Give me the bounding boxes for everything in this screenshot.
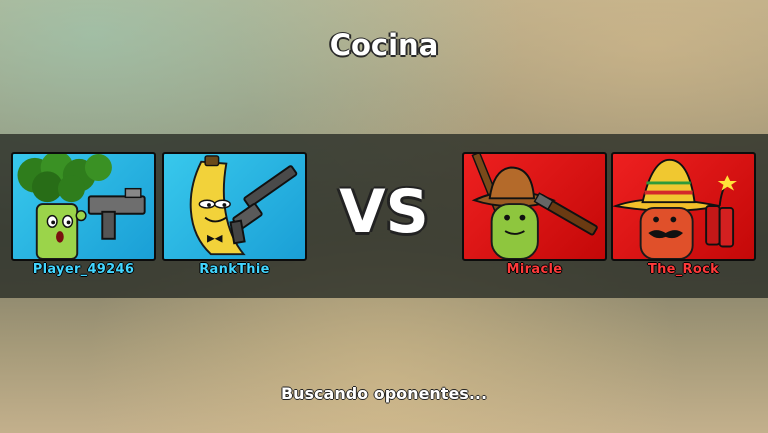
broccoli-with-uzi-icon — [17, 154, 146, 259]
searching-status: Buscando oponentes... — [280, 384, 488, 403]
player-name-right-2: The_Rock — [647, 262, 720, 277]
player-card-left-2 — [162, 152, 307, 261]
player-card-right-1 — [462, 152, 607, 261]
versus-label: VS — [339, 177, 429, 247]
player-card-left-1 — [11, 152, 156, 261]
player-name-right-1: Miracle — [506, 262, 563, 277]
pickle-cowboy-with-rifle-icon — [471, 154, 598, 259]
player-name-left-1: Player_49246 — [32, 262, 135, 277]
banana-with-silenced-pistol-icon — [189, 155, 298, 256]
map-title: Cocina — [329, 28, 439, 62]
player-card-right-2 — [611, 152, 756, 261]
chili-sombrero-with-dynamite-icon — [613, 158, 737, 259]
player-name-left-2: RankThie — [199, 262, 270, 277]
